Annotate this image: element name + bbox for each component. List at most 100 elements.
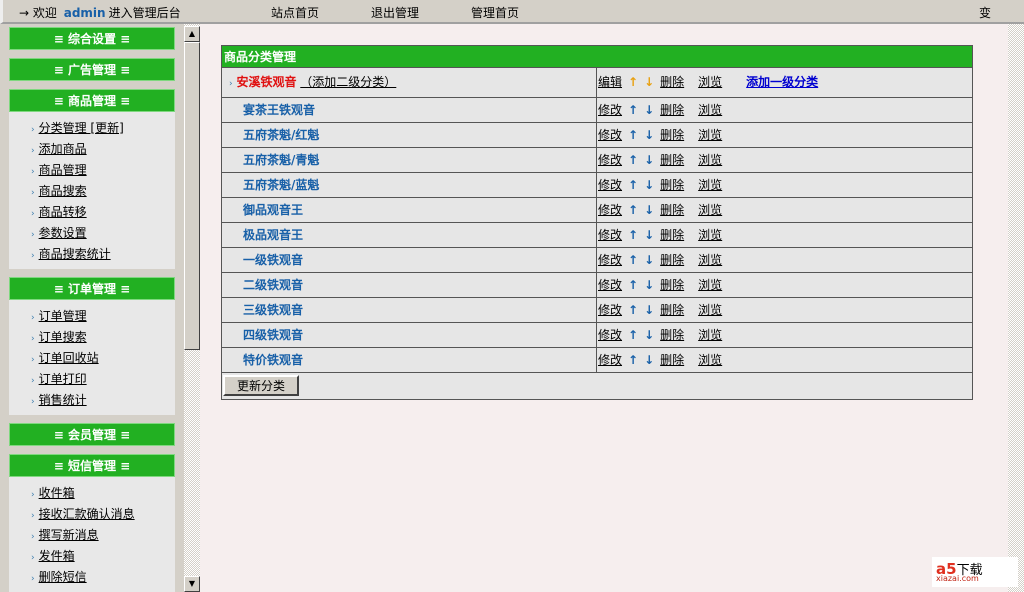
delete-link[interactable]: 删除 xyxy=(660,178,684,192)
arrow-down-icon[interactable]: ↓ xyxy=(644,253,654,267)
arrow-down-icon[interactable]: ↓ xyxy=(644,303,654,317)
add-subcategory-link[interactable]: （添加二级分类） xyxy=(300,75,396,89)
category-name[interactable]: 极品观音王 xyxy=(243,228,303,242)
sidebar-item[interactable]: › 分类管理 [更新] xyxy=(31,118,175,139)
arrow-down-icon[interactable]: ↓ xyxy=(644,278,654,292)
browse-link[interactable]: 浏览 xyxy=(698,103,722,117)
scrollbar-thumb[interactable] xyxy=(184,42,200,350)
edit-link[interactable]: 修改 xyxy=(598,178,622,192)
sidebar-item-label[interactable]: 订单搜索 xyxy=(39,330,87,344)
sidebar-item-label[interactable]: 接收汇款确认消息 xyxy=(39,507,135,521)
browse-link[interactable]: 浏览 xyxy=(698,253,722,267)
category-name[interactable]: 一级铁观音 xyxy=(243,253,303,267)
update-category-button[interactable]: 更新分类 xyxy=(223,375,300,396)
sidebar-item-label[interactable]: 参数设置 xyxy=(39,226,87,240)
arrow-up-icon[interactable]: ↑ xyxy=(628,253,638,267)
sidebar-item[interactable]: › 发件箱 xyxy=(31,546,175,567)
edit-link[interactable]: 修改 xyxy=(598,353,622,367)
arrow-up-icon[interactable]: ↑ xyxy=(628,103,638,117)
category-name[interactable]: 宴茶王铁观音 xyxy=(243,103,315,117)
edit-link[interactable]: 修改 xyxy=(598,103,622,117)
edit-link[interactable]: 修改 xyxy=(598,128,622,142)
browse-link[interactable]: 浏览 xyxy=(698,75,722,89)
edit-link[interactable]: 修改 xyxy=(598,153,622,167)
browse-link[interactable]: 浏览 xyxy=(698,328,722,342)
arrow-down-icon[interactable]: ↓ xyxy=(644,103,654,117)
sidebar-item-label[interactable]: 订单管理 xyxy=(39,309,87,323)
browse-link[interactable]: 浏览 xyxy=(698,228,722,242)
delete-link[interactable]: 删除 xyxy=(660,153,684,167)
sidebar-section-header[interactable]: ≡ 广告管理 ≡ xyxy=(9,58,175,81)
delete-link[interactable]: 删除 xyxy=(660,253,684,267)
arrow-up-icon[interactable]: ↑ xyxy=(628,75,638,89)
sidebar-item-label[interactable]: 收件箱 xyxy=(39,486,75,500)
sidebar-item-label[interactable]: 销售统计 xyxy=(39,393,87,407)
category-name[interactable]: 五府茶魁/青魁 xyxy=(243,153,319,167)
arrow-down-icon[interactable]: ↓ xyxy=(644,75,654,89)
sidebar-item-label[interactable]: 商品管理 xyxy=(39,163,87,177)
scroll-up-icon[interactable]: ▲ xyxy=(184,26,200,42)
sidebar-item[interactable]: › 商品转移 xyxy=(31,202,175,223)
browse-link[interactable]: 浏览 xyxy=(698,153,722,167)
delete-link[interactable]: 删除 xyxy=(660,103,684,117)
sidebar-item[interactable]: › 添加商品 xyxy=(31,139,175,160)
browse-link[interactable]: 浏览 xyxy=(698,178,722,192)
arrow-down-icon[interactable]: ↓ xyxy=(644,353,654,367)
arrow-up-icon[interactable]: ↑ xyxy=(628,353,638,367)
arrow-up-icon[interactable]: ↑ xyxy=(628,278,638,292)
edit-link[interactable]: 修改 xyxy=(598,203,622,217)
arrow-down-icon[interactable]: ↓ xyxy=(644,153,654,167)
arrow-down-icon[interactable]: ↓ xyxy=(644,203,654,217)
category-name[interactable]: 特价铁观音 xyxy=(243,353,303,367)
edit-link[interactable]: 修改 xyxy=(598,303,622,317)
delete-link[interactable]: 删除 xyxy=(660,278,684,292)
category-name[interactable]: 二级铁观音 xyxy=(243,278,303,292)
category-name[interactable]: 御品观音王 xyxy=(243,203,303,217)
category-name[interactable]: 五府茶魁/蓝魁 xyxy=(243,178,319,192)
arrow-up-icon[interactable]: ↑ xyxy=(628,328,638,342)
sidebar-section-header[interactable]: ≡ 商品管理 ≡ xyxy=(9,89,175,112)
category-name[interactable]: 五府茶魁/红魁 xyxy=(243,128,319,142)
arrow-down-icon[interactable]: ↓ xyxy=(644,178,654,192)
sidebar-item-label[interactable]: 添加商品 xyxy=(39,142,87,156)
browse-link[interactable]: 浏览 xyxy=(698,353,722,367)
arrow-down-icon[interactable]: ↓ xyxy=(644,328,654,342)
sidebar-item[interactable]: › 订单回收站 xyxy=(31,348,175,369)
category-name[interactable]: 安溪铁观音 xyxy=(236,75,296,89)
sidebar-item[interactable]: › 订单打印 xyxy=(31,369,175,390)
sidebar-item[interactable]: › 订单搜索 xyxy=(31,327,175,348)
delete-link[interactable]: 删除 xyxy=(660,128,684,142)
sidebar-item[interactable]: › 参数设置 xyxy=(31,223,175,244)
delete-link[interactable]: 删除 xyxy=(660,328,684,342)
sidebar-item[interactable]: › 商品搜索 xyxy=(31,181,175,202)
arrow-up-icon[interactable]: ↑ xyxy=(628,153,638,167)
main-scrollbar[interactable] xyxy=(1008,24,1024,592)
edit-link[interactable]: 修改 xyxy=(598,278,622,292)
browse-link[interactable]: 浏览 xyxy=(698,303,722,317)
arrow-up-icon[interactable]: ↑ xyxy=(628,128,638,142)
sidebar-item-label[interactable]: 撰写新消息 xyxy=(39,528,99,542)
edit-link[interactable]: 修改 xyxy=(598,253,622,267)
logout-link[interactable]: 退出管理 xyxy=(371,4,419,21)
sidebar-section-header[interactable]: ≡ 综合设置 ≡ xyxy=(9,27,175,50)
sidebar-item[interactable]: › 撰写新消息 xyxy=(31,525,175,546)
delete-link[interactable]: 删除 xyxy=(660,203,684,217)
arrow-up-icon[interactable]: ↑ xyxy=(628,178,638,192)
sidebar-item[interactable]: › 商品管理 xyxy=(31,160,175,181)
edit-link[interactable]: 修改 xyxy=(598,328,622,342)
scroll-down-icon[interactable]: ▼ xyxy=(184,576,200,592)
sidebar-item[interactable]: › 订单管理 xyxy=(31,306,175,327)
category-name[interactable]: 四级铁观音 xyxy=(243,328,303,342)
site-home-link[interactable]: 站点首页 xyxy=(271,4,319,21)
sidebar-item-label[interactable]: 发件箱 xyxy=(39,549,75,563)
sidebar-item[interactable]: › 销售统计 xyxy=(31,390,175,411)
admin-home-link[interactable]: 管理首页 xyxy=(471,4,519,21)
arrow-down-icon[interactable]: ↓ xyxy=(644,228,654,242)
add-top-category-link[interactable]: 添加一级分类 xyxy=(746,75,818,89)
sidebar-item-label[interactable]: 商品搜索 xyxy=(39,184,87,198)
sidebar-item-label[interactable]: 商品搜索统计 xyxy=(39,247,111,261)
sidebar-item[interactable]: › 商品搜索统计 xyxy=(31,244,175,265)
sidebar-section-header[interactable]: ≡ 短信管理 ≡ xyxy=(9,454,175,477)
delete-link[interactable]: 删除 xyxy=(660,353,684,367)
sidebar-section-header[interactable]: ≡ 订单管理 ≡ xyxy=(9,277,175,300)
